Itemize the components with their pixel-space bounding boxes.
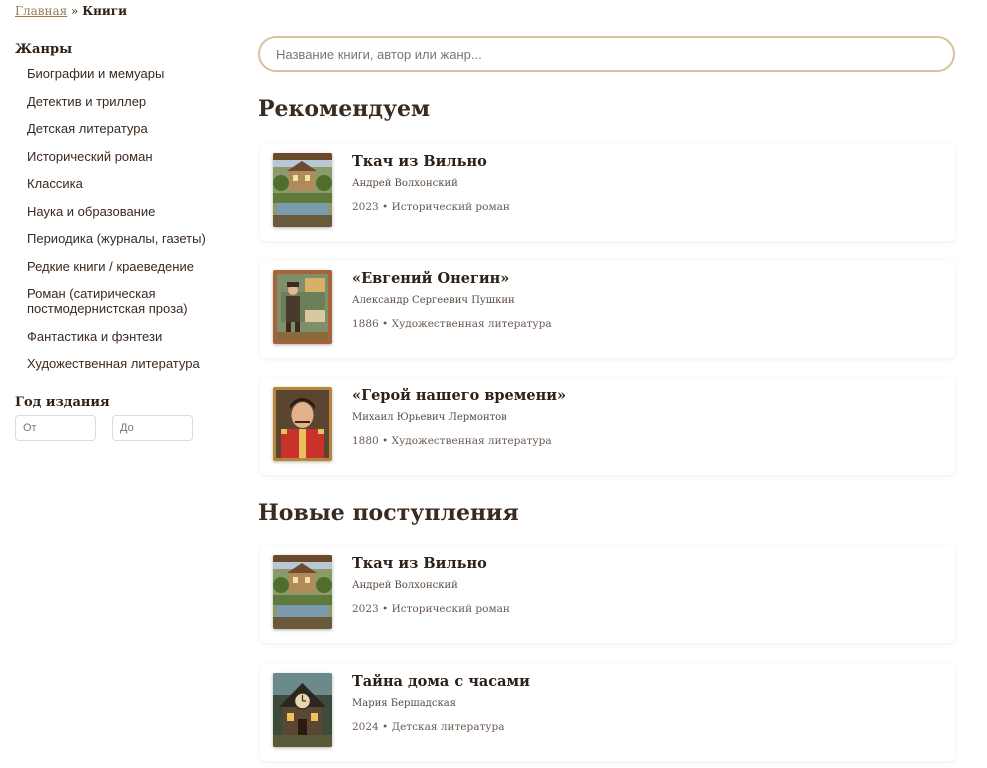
- book-card[interactable]: Тайна дома с часами Мария Бершадская 202…: [260, 663, 955, 761]
- year-to-input[interactable]: [112, 414, 193, 441]
- genres-heading: Жанры: [15, 42, 73, 57]
- book-author: Мария Бершадская: [352, 698, 456, 709]
- book-meta: 2023 • Исторический роман: [352, 201, 510, 213]
- genre-item-fiction[interactable]: Художественная литература: [27, 352, 235, 380]
- genre-item-biographies[interactable]: Биографии и мемуары: [27, 62, 235, 90]
- recommended-title: Рекомендуем: [258, 96, 431, 122]
- clock-house-cover-art: [273, 673, 332, 747]
- officer-portrait-cover: [273, 387, 332, 461]
- house-cover: [273, 153, 332, 227]
- gentleman-cover: [273, 270, 332, 344]
- gentleman-cover-art: [273, 270, 332, 344]
- book-meta: 2023 • Исторический роман: [352, 603, 510, 615]
- breadcrumb-current: Книги: [82, 4, 128, 18]
- genre-item-children[interactable]: Детская литература: [27, 117, 235, 145]
- year-from-input[interactable]: [15, 414, 96, 441]
- book-title[interactable]: Ткач из Вильно: [352, 555, 487, 572]
- new-arrivals-title: Новые поступления: [258, 500, 519, 526]
- genre-item-periodicals[interactable]: Периодика (журналы, газеты): [27, 227, 235, 255]
- genre-item-historical[interactable]: Исторический роман: [27, 145, 235, 173]
- book-card[interactable]: «Герой нашего времени» Михаил Юрьевич Ле…: [260, 377, 955, 475]
- year-range: [15, 414, 235, 441]
- book-title[interactable]: «Герой нашего времени»: [352, 387, 566, 404]
- genre-item-rare-books[interactable]: Редкие книги / краеведение: [27, 255, 235, 283]
- filter-sidebar: Жанры Биографии и мемуары Детектив и три…: [15, 42, 235, 441]
- breadcrumb-home-link[interactable]: Главная: [15, 4, 67, 18]
- book-meta: 1886 • Художественная литература: [352, 318, 552, 330]
- genre-item-classics[interactable]: Классика: [27, 172, 235, 200]
- genre-item-science[interactable]: Наука и образование: [27, 200, 235, 228]
- breadcrumb: Главная » Книги: [15, 4, 127, 18]
- book-author: Андрей Волхонский: [352, 178, 458, 189]
- genre-list: Биографии и мемуары Детектив и триллер Д…: [15, 62, 235, 380]
- book-meta: 1880 • Художественная литература: [352, 435, 552, 447]
- breadcrumb-separator: »: [71, 4, 79, 18]
- books-page: Главная » Книги Жанры Биографии и мемуар…: [0, 0, 987, 768]
- book-card[interactable]: «Евгений Онегин» Александр Сергеевич Пуш…: [260, 260, 955, 358]
- book-author: Александр Сергеевич Пушкин: [352, 295, 515, 306]
- year-heading: Год издания: [15, 394, 110, 410]
- book-title[interactable]: Тайна дома с часами: [352, 673, 530, 690]
- book-card[interactable]: Ткач из Вильно Андрей Волхонский 2023 • …: [260, 545, 955, 643]
- officer-portrait-cover-art: [273, 387, 332, 461]
- genre-item-satirical-novel[interactable]: Роман (сатирическая постмодернистская пр…: [27, 282, 235, 325]
- book-title[interactable]: «Евгений Онегин»: [352, 270, 509, 287]
- book-card[interactable]: Ткач из Вильно Андрей Волхонский 2023 • …: [260, 143, 955, 241]
- book-title[interactable]: Ткач из Вильно: [352, 153, 487, 170]
- house-cover: [273, 555, 332, 629]
- house-cover-art: [273, 153, 332, 227]
- clock-house-cover: [273, 673, 332, 747]
- genre-item-fantasy[interactable]: Фантастика и фэнтези: [27, 325, 235, 353]
- genre-item-detective[interactable]: Детектив и триллер: [27, 90, 235, 118]
- house-cover-art: [273, 555, 332, 629]
- main-content: Рекомендуем Ткач из: [258, 36, 955, 761]
- search-input[interactable]: [258, 36, 955, 72]
- book-meta: 2024 • Детская литература: [352, 721, 505, 733]
- book-author: Михаил Юрьевич Лермонтов: [352, 412, 507, 423]
- book-author: Андрей Волхонский: [352, 580, 458, 591]
